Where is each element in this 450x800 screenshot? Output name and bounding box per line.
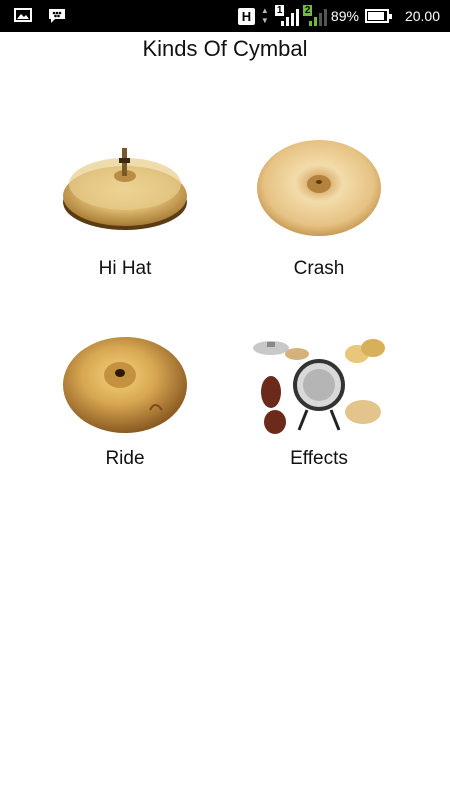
effects-image xyxy=(253,339,385,434)
battery-percent: 89% xyxy=(330,8,359,24)
ride-item[interactable]: Ride xyxy=(45,330,205,470)
crash-label: Crash xyxy=(293,258,345,279)
data-activity-icon: ▲ ▼ xyxy=(260,6,269,25)
page-title: Kinds Of Cymbal xyxy=(142,36,308,61)
clock: 20.00 xyxy=(404,8,440,24)
battery-icon xyxy=(364,9,392,23)
gallery-icon xyxy=(14,8,32,29)
crash-item[interactable]: Crash xyxy=(239,140,399,280)
bbm-icon xyxy=(48,8,66,29)
signal-icon-sim2: 2 xyxy=(302,5,327,26)
signal-icon-sim1: 1 xyxy=(274,5,299,26)
hi-hat-item[interactable]: Hi Hat xyxy=(45,140,205,280)
effects-item[interactable]: Effects xyxy=(239,330,399,470)
status-bar: H ▲ ▼ 1 2 89% 20.00 xyxy=(0,0,450,32)
hi-hat-image xyxy=(63,148,187,230)
network-type-icon: H xyxy=(237,7,255,25)
ride-image xyxy=(63,337,187,433)
effects-label: Effects xyxy=(290,448,348,469)
ride-label: Ride xyxy=(105,448,145,469)
crash-image xyxy=(257,140,381,236)
hi-hat-label: Hi Hat xyxy=(98,258,152,279)
